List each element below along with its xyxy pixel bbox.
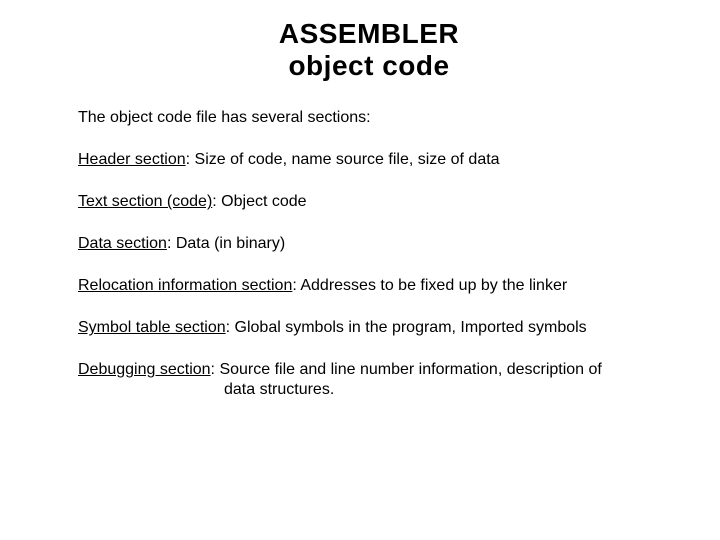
- section-data-label: Data section: [78, 235, 167, 252]
- slide: ASSEMBLER object code The object code fi…: [0, 0, 720, 540]
- section-header-desc: : Size of code, name source file, size o…: [186, 151, 500, 168]
- title-line-1: ASSEMBLER: [279, 18, 459, 49]
- section-debugging-desc-cont: data structures.: [78, 380, 660, 400]
- title-line-2: object code: [288, 50, 449, 81]
- section-debugging-desc: : Source file and line number informatio…: [211, 361, 602, 378]
- section-text-label: Text section (code): [78, 193, 212, 210]
- section-symbol-table-desc: : Global symbols in the program, Importe…: [226, 319, 587, 336]
- section-text-desc: : Object code: [212, 193, 306, 210]
- section-relocation: Relocation information section: Addresse…: [78, 276, 660, 296]
- section-symbol-table: Symbol table section: Global symbols in …: [78, 318, 660, 338]
- slide-title: ASSEMBLER object code: [78, 18, 660, 82]
- slide-body: The object code file has several section…: [78, 108, 660, 400]
- section-data-desc: : Data (in binary): [167, 235, 285, 252]
- intro-text: The object code file has several section…: [78, 108, 660, 128]
- section-data: Data section: Data (in binary): [78, 234, 660, 254]
- section-relocation-label: Relocation information section: [78, 277, 292, 294]
- section-debugging-label: Debugging section: [78, 361, 211, 378]
- section-header: Header section: Size of code, name sourc…: [78, 150, 660, 170]
- section-relocation-desc: : Addresses to be fixed up by the linker: [292, 277, 567, 294]
- section-text: Text section (code): Object code: [78, 192, 660, 212]
- section-header-label: Header section: [78, 151, 186, 168]
- section-symbol-table-label: Symbol table section: [78, 319, 226, 336]
- section-debugging: Debugging section: Source file and line …: [78, 360, 660, 400]
